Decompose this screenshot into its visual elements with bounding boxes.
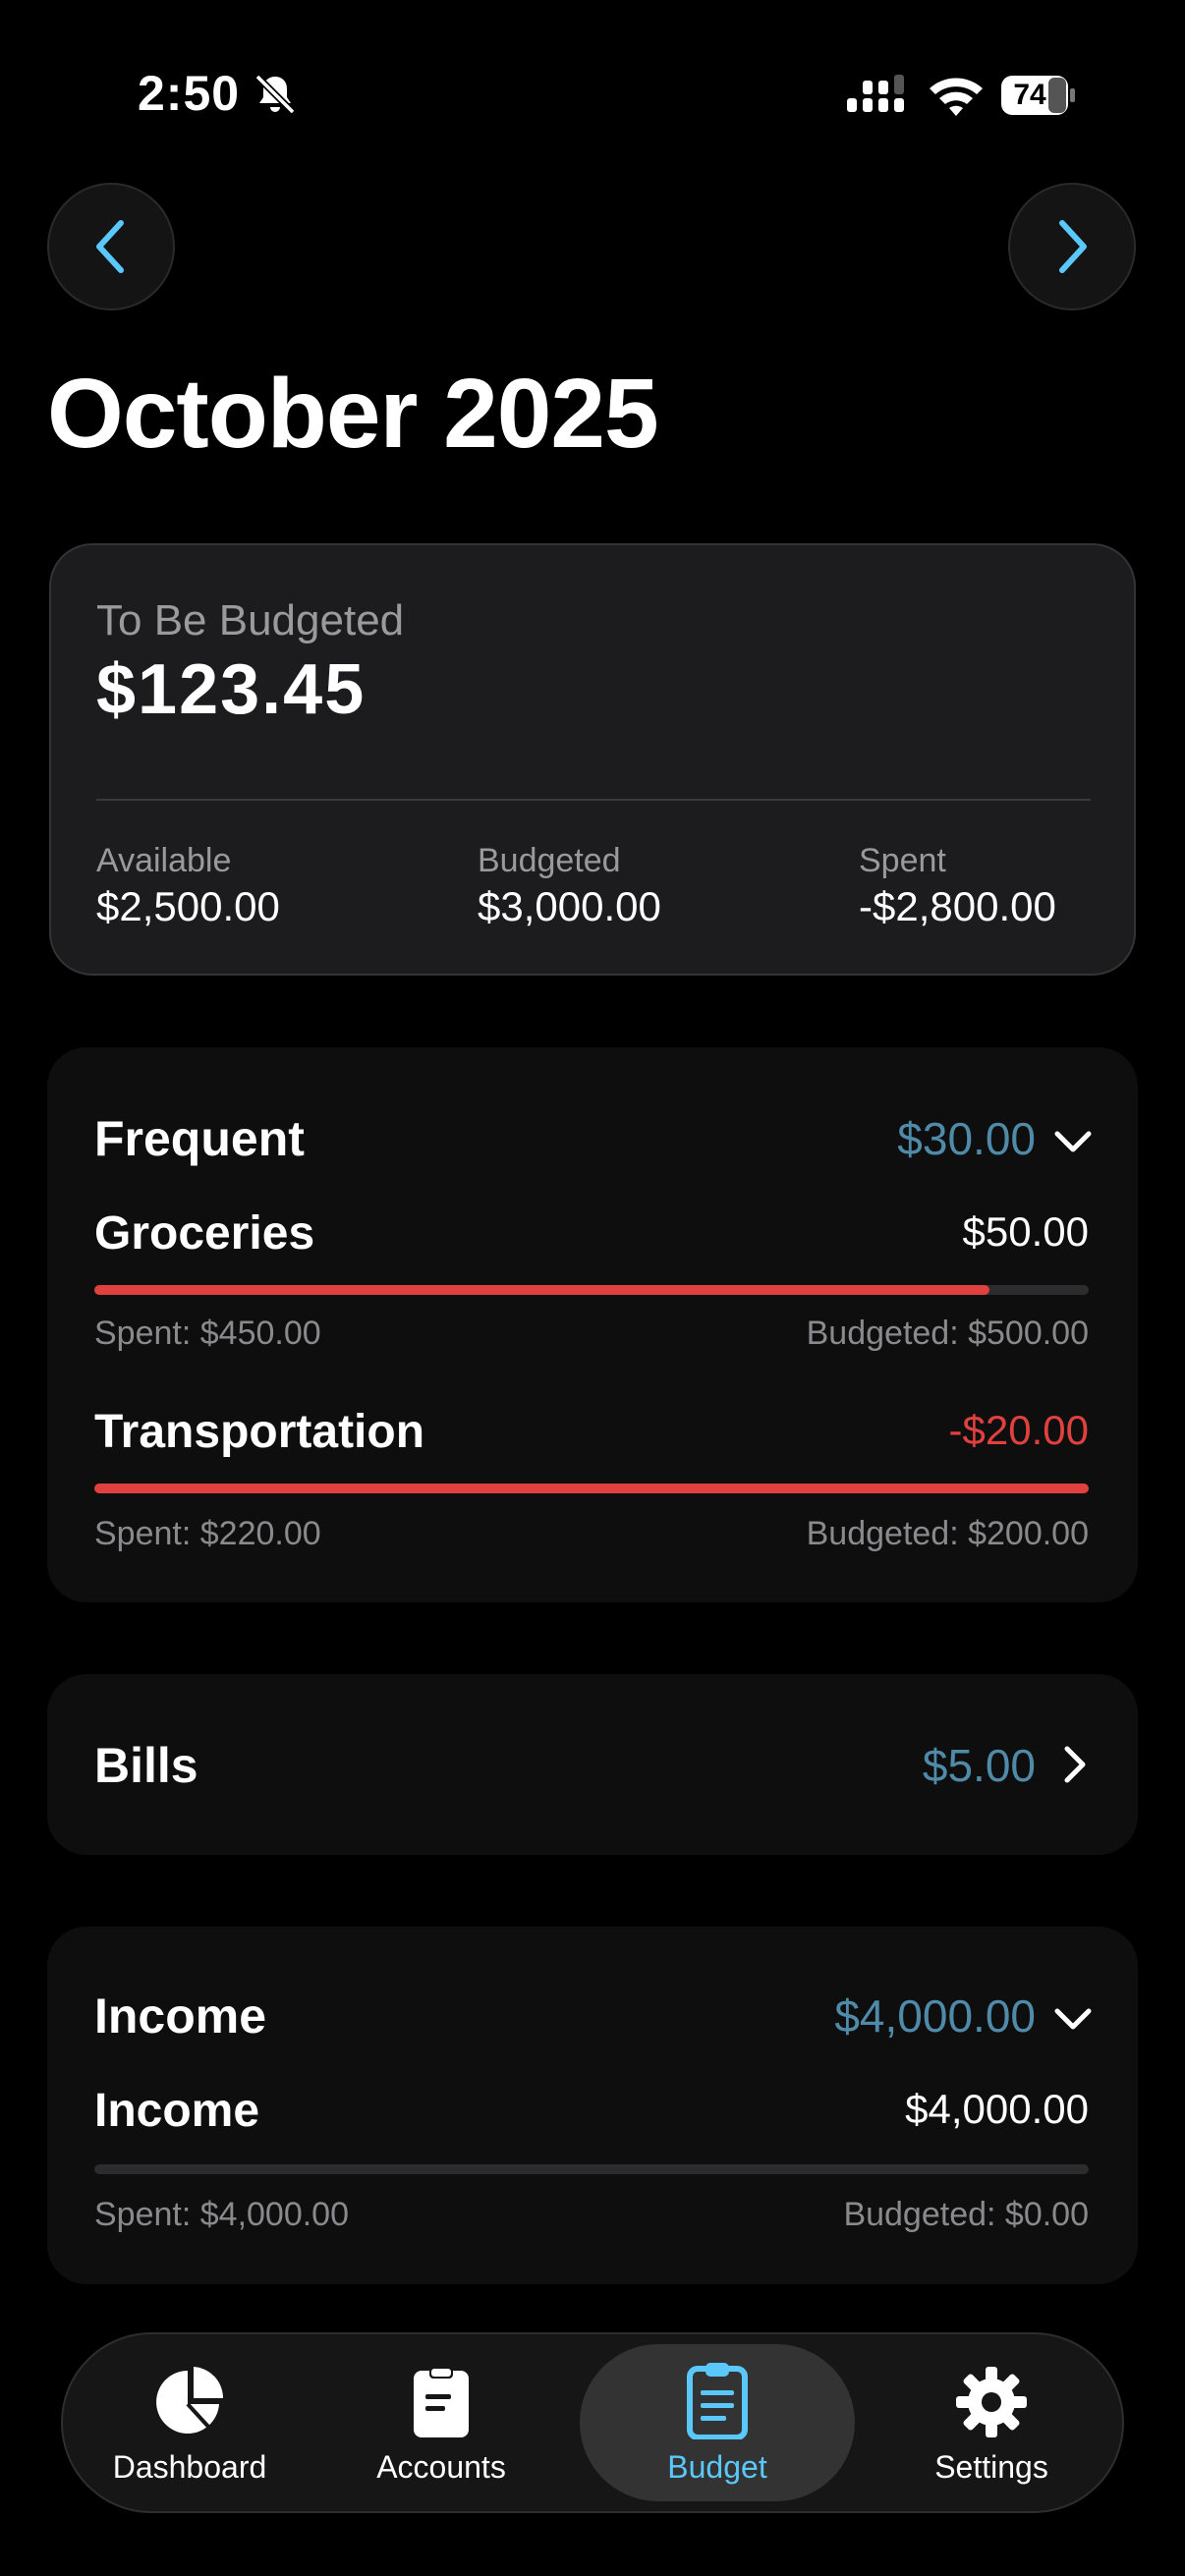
- group-amount: $5.00: [922, 1740, 1036, 1791]
- spent-text-income: Spent: $4,000.00: [94, 2196, 350, 2233]
- pie-chart-icon: [156, 2366, 224, 2434]
- group-title: Bills: [94, 1738, 198, 1793]
- battery-indicator: 74: [1000, 75, 1077, 116]
- previous-month-button[interactable]: [47, 183, 175, 310]
- budgeted-value: $3,000.00: [478, 883, 661, 929]
- chevron-right-icon: [1064, 1746, 1086, 1783]
- progress-track-transportation: [94, 1484, 1089, 1493]
- budgeted-text-groceries: Budgeted: $500.00: [806, 1315, 1089, 1352]
- next-month-button[interactable]: [1008, 183, 1136, 310]
- page-title: October 2025: [47, 359, 659, 469]
- tab-bar: Dashboard Accounts Budget Settings: [61, 2332, 1124, 2513]
- to-be-budgeted-value: $123.45: [96, 650, 367, 729]
- bell-slash-icon: [254, 74, 296, 115]
- available-value: $2,500.00: [96, 883, 280, 929]
- cellular-signal-icon: [847, 75, 904, 112]
- chevron-right-icon: [1059, 220, 1087, 273]
- category-name-transportation[interactable]: Transportation: [94, 1405, 424, 1459]
- tab-label: Dashboard: [112, 2448, 267, 2485]
- category-available-income: $4,000.00: [905, 2086, 1089, 2132]
- chevron-down-icon[interactable]: [1053, 1128, 1093, 1155]
- wifi-icon: [930, 78, 983, 116]
- tab-label: Accounts: [376, 2448, 506, 2485]
- clipboard-list-icon: [687, 2362, 748, 2439]
- tab-dashboard[interactable]: Dashboard: [77, 2334, 303, 2515]
- group-frequent: Frequent $30.00 Groceries $50.00 Spent: …: [47, 1047, 1138, 1602]
- category-name-groceries[interactable]: Groceries: [94, 1206, 314, 1260]
- available-label: Available: [96, 842, 232, 879]
- group-income: Income $4,000.00 Income $4,000.00 Spent:…: [47, 1927, 1138, 2284]
- tab-settings[interactable]: Settings: [878, 2334, 1104, 2515]
- to-be-budgeted-card: To Be Budgeted $123.45 Available $2,500.…: [49, 543, 1136, 976]
- tab-label: Settings: [934, 2448, 1048, 2485]
- budgeted-text-transportation: Budgeted: $200.00: [806, 1515, 1089, 1552]
- group-title[interactable]: Income: [94, 1988, 266, 2044]
- chevron-down-icon[interactable]: [1053, 2005, 1093, 2033]
- status-time: 2:50: [138, 66, 241, 121]
- to-be-budgeted-label: To Be Budgeted: [96, 596, 405, 644]
- group-title[interactable]: Frequent: [94, 1110, 305, 1167]
- progress-fill-transportation: [94, 1484, 1089, 1493]
- spent-text-transportation: Spent: $220.00: [94, 1515, 321, 1552]
- progress-track-income: [94, 2164, 1089, 2174]
- battery-level: 74: [1013, 79, 1046, 111]
- summary-divider: [96, 799, 1091, 801]
- tab-label: Budget: [667, 2448, 767, 2485]
- group-bills[interactable]: Bills $5.00: [47, 1674, 1138, 1855]
- chevron-left-icon: [96, 220, 124, 273]
- category-name-income[interactable]: Income: [94, 2084, 259, 2138]
- progress-fill-groceries: [94, 1285, 989, 1295]
- clipboard-icon: [414, 2366, 469, 2437]
- budgeted-text-income: Budgeted: $0.00: [843, 2196, 1089, 2233]
- category-available-transportation: -$20.00: [948, 1407, 1089, 1453]
- progress-track-groceries: [94, 1285, 1089, 1295]
- spent-label: Spent: [859, 842, 946, 879]
- category-available-groceries: $50.00: [962, 1208, 1089, 1255]
- gear-icon: [956, 2366, 1027, 2437]
- spent-text-groceries: Spent: $450.00: [94, 1315, 321, 1352]
- tab-budget[interactable]: Budget: [580, 2344, 855, 2501]
- spent-value: -$2,800.00: [859, 883, 1056, 929]
- tab-accounts[interactable]: Accounts: [328, 2334, 554, 2515]
- group-amount: $30.00: [897, 1113, 1036, 1164]
- budgeted-label: Budgeted: [478, 842, 621, 879]
- group-amount: $4,000.00: [834, 1990, 1036, 2042]
